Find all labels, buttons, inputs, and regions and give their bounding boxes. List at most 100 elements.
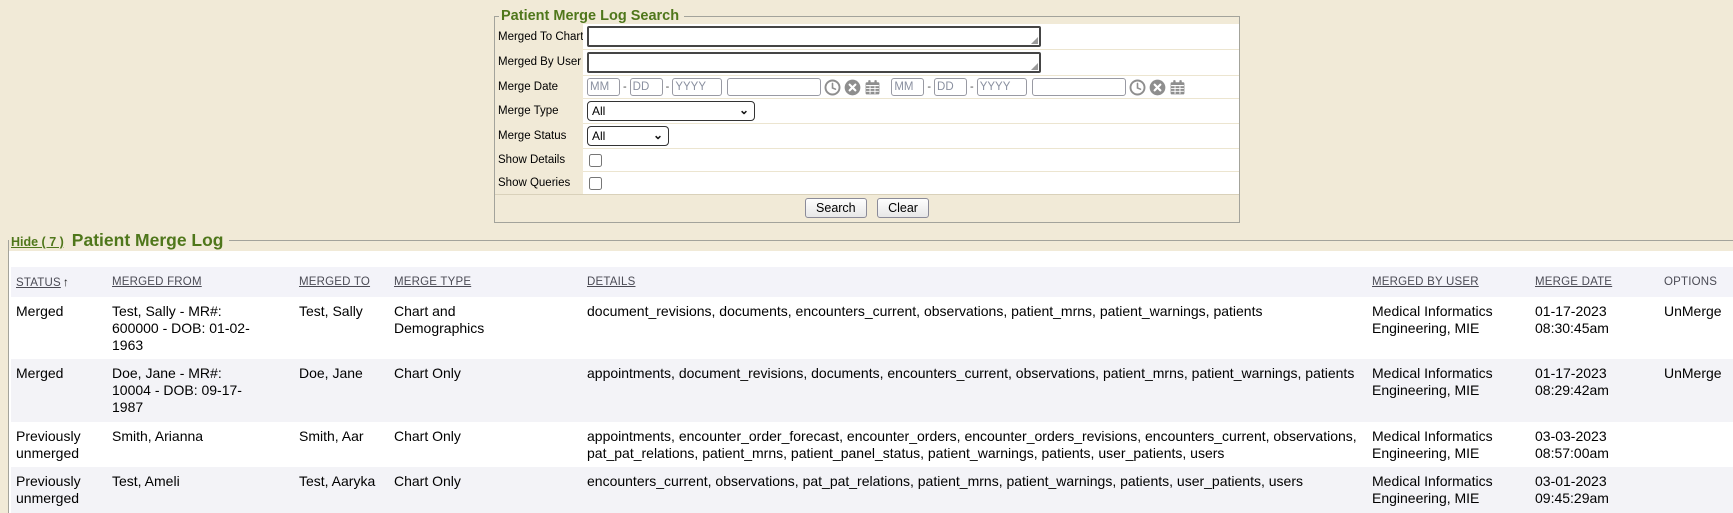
cell-merged-from: Smith, Arianna — [107, 422, 294, 468]
show-queries-checkbox[interactable] — [589, 177, 602, 190]
cell-options — [1659, 467, 1733, 513]
form-row-merge-status: Merge Status All ⌄ — [495, 123, 1239, 148]
date-separator: - — [666, 81, 670, 93]
clock-icon[interactable] — [824, 79, 841, 96]
calendar-icon[interactable] — [864, 79, 881, 96]
cell-details: appointments, document_revisions, docume… — [582, 359, 1367, 421]
cell-merged-to: Test, Aaryka — [294, 467, 389, 513]
cell-merge-type: Chart Only — [389, 359, 582, 421]
column-header-merge-date[interactable]: MERGE DATE — [1530, 267, 1659, 297]
column-header-options: OPTIONS — [1659, 267, 1733, 297]
merged-by-user-label: Merged By User — [495, 49, 583, 75]
resize-grip-icon — [1031, 37, 1038, 44]
merge-log-table: STATUS↑ MERGED FROM MERGED TO MERGE TYPE… — [11, 267, 1733, 513]
patient-merge-log-search-form: Patient Merge Log Search Merged To Chart… — [494, 8, 1240, 223]
cell-merged-by-user: Medical Informatics Engineering, MIE — [1367, 467, 1530, 513]
table-header-row: STATUS↑ MERGED FROM MERGED TO MERGE TYPE… — [11, 267, 1733, 297]
cell-details: appointments, encounter_order_forecast, … — [582, 422, 1367, 468]
merged-by-user-input[interactable] — [587, 52, 1041, 73]
cell-merge-date: 03-01-2023 09:45:29am — [1530, 467, 1659, 513]
calendar-icon[interactable] — [1169, 79, 1186, 96]
date-from-time-input[interactable] — [727, 78, 821, 96]
cell-options: UnMerge — [1659, 297, 1733, 359]
form-row-merge-date: Merge Date - - - — [495, 75, 1239, 98]
date-to-month-input[interactable] — [891, 78, 924, 96]
cell-merge-date: 01-17-2023 08:29:42am — [1530, 359, 1659, 421]
unmerge-action[interactable]: UnMerge — [1664, 303, 1722, 319]
table-row: Merged Test, Sally - MR#: 600000 - DOB: … — [11, 297, 1733, 359]
form-row-show-details: Show Details — [495, 148, 1239, 171]
show-queries-label: Show Queries — [495, 171, 583, 194]
cell-merged-to: Test, Sally — [294, 297, 389, 359]
cell-merged-by-user: Medical Informatics Engineering, MIE — [1367, 359, 1530, 421]
cell-merged-from: Doe, Jane - MR#: 10004 - DOB: 09-17-1987 — [107, 359, 294, 421]
form-row-merged-by-user: Merged By User — [495, 49, 1239, 75]
column-header-merge-type[interactable]: MERGE TYPE — [389, 267, 582, 297]
column-header-details[interactable]: DETAILS — [582, 267, 1367, 297]
cell-options: UnMerge — [1659, 359, 1733, 421]
merge-log-table-wrap: STATUS↑ MERGED FROM MERGED TO MERGE TYPE… — [9, 251, 1733, 513]
table-row: Merged Doe, Jane - MR#: 10004 - DOB: 09-… — [11, 359, 1733, 421]
merge-type-select[interactable]: All — [587, 101, 755, 121]
show-details-label: Show Details — [495, 148, 583, 171]
form-footer: Search Clear — [495, 194, 1239, 222]
cell-status: Merged — [11, 297, 107, 359]
form-row-merge-type: Merge Type All ⌄ — [495, 98, 1239, 123]
date-to-year-input[interactable] — [977, 78, 1027, 96]
merge-status-select[interactable]: All — [587, 126, 669, 146]
cell-merge-type: Chart Only — [389, 422, 582, 468]
table-row: Previously unmerged Smith, Arianna Smith… — [11, 422, 1733, 468]
cell-status: Previously unmerged — [11, 422, 107, 468]
merge-type-label: Merge Type — [495, 98, 583, 123]
column-header-merged-by-user[interactable]: MERGED BY USER — [1367, 267, 1530, 297]
column-header-merged-from[interactable]: MERGED FROM — [107, 267, 294, 297]
patient-merge-log-section: Hide ( 7 ) Patient Merge Log STATUS↑ MER… — [8, 230, 1733, 513]
date-from-day-input[interactable] — [630, 78, 663, 96]
cell-status: Previously unmerged — [11, 467, 107, 513]
cell-merge-date: 03-03-2023 08:57:00am — [1530, 422, 1659, 468]
merge-log-header: Hide ( 7 ) Patient Merge Log — [9, 230, 229, 251]
search-button[interactable]: Search — [805, 198, 867, 218]
date-separator: - — [970, 81, 974, 93]
cell-merge-date: 01-17-2023 08:30:45am — [1530, 297, 1659, 359]
unmerge-action[interactable]: UnMerge — [1664, 365, 1722, 381]
cell-merged-to: Doe, Jane — [294, 359, 389, 421]
date-separator: - — [927, 81, 931, 93]
column-header-status[interactable]: STATUS↑ — [11, 267, 107, 297]
clear-button[interactable]: Clear — [877, 198, 929, 218]
resize-grip-icon — [1031, 63, 1038, 70]
cell-merge-type: Chart Only — [389, 467, 582, 513]
cell-merged-by-user: Medical Informatics Engineering, MIE — [1367, 297, 1530, 359]
cell-details: document_revisions, documents, encounter… — [582, 297, 1367, 359]
merge-status-label: Merge Status — [495, 123, 583, 148]
date-separator: - — [623, 81, 627, 93]
merged-to-chart-input[interactable] — [587, 26, 1041, 47]
section-title: Patient Merge Log — [72, 230, 224, 251]
search-form-title: Patient Merge Log Search — [499, 8, 684, 24]
merge-date-to-group: - - — [891, 78, 1185, 96]
hide-link[interactable]: Hide ( 7 ) — [11, 235, 64, 249]
cell-details: encounters_current, observations, pat_pa… — [582, 467, 1367, 513]
show-details-checkbox[interactable] — [589, 154, 602, 167]
cell-status: Merged — [11, 359, 107, 421]
cell-merged-to: Smith, Aar — [294, 422, 389, 468]
cell-merged-from: Test, Ameli — [107, 467, 294, 513]
merged-to-chart-label: Merged To Chart — [495, 24, 583, 49]
column-header-merged-to[interactable]: MERGED TO — [294, 267, 389, 297]
sort-ascending-icon: ↑ — [63, 275, 69, 289]
date-from-month-input[interactable] — [587, 78, 620, 96]
cell-merged-from: Test, Sally - MR#: 600000 - DOB: 01-02-1… — [107, 297, 294, 359]
cell-merge-type: Chart and Demographics — [389, 297, 582, 359]
table-row: Previously unmerged Test, Ameli Test, Aa… — [11, 467, 1733, 513]
page: { "colors": { "page_bg": "#f1ead7", "acc… — [0, 8, 1733, 511]
date-from-year-input[interactable] — [672, 78, 722, 96]
form-row-merged-to-chart: Merged To Chart — [495, 24, 1239, 49]
circle-x-icon[interactable] — [844, 79, 861, 96]
merge-date-label: Merge Date — [495, 75, 583, 98]
circle-x-icon[interactable] — [1149, 79, 1166, 96]
date-to-day-input[interactable] — [934, 78, 967, 96]
cell-merged-by-user: Medical Informatics Engineering, MIE — [1367, 422, 1530, 468]
cell-options — [1659, 422, 1733, 468]
date-to-time-input[interactable] — [1032, 78, 1126, 96]
clock-icon[interactable] — [1129, 79, 1146, 96]
